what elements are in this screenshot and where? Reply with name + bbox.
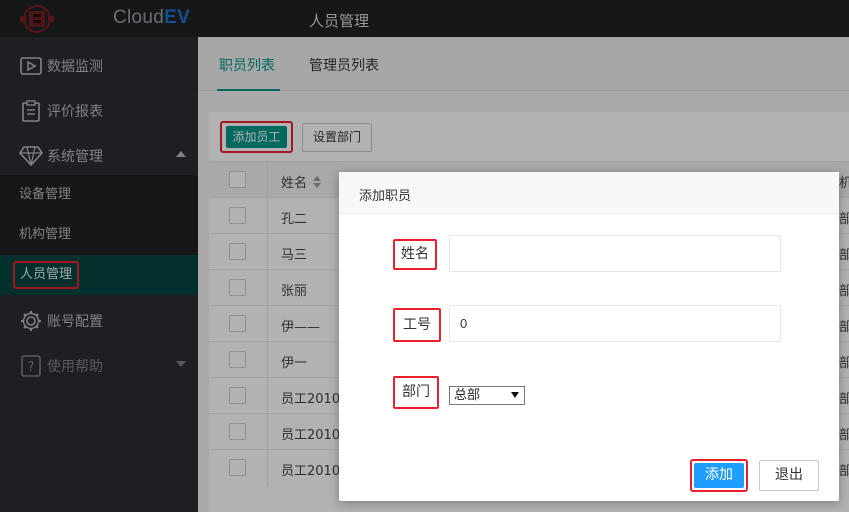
employee-id-input[interactable]: 0 [449,305,781,342]
name-input[interactable] [449,235,781,272]
department-select[interactable]: 总部 [449,386,525,405]
name-label: 姓名 [393,239,437,270]
dialog-header: 添加职员 [339,172,839,214]
chevron-down-icon [511,392,519,398]
department-label: 部门 [393,376,439,409]
department-selected: 总部 [454,388,481,403]
dialog-title: 添加职员 [359,189,412,204]
add-submit-button[interactable]: 添加 [694,463,744,488]
add-staff-dialog: 添加职员 姓名 工号 0 部门 总部 添加 退出 [339,172,839,501]
exit-button[interactable]: 退出 [759,460,819,491]
employee-id-label: 工号 [393,308,441,342]
